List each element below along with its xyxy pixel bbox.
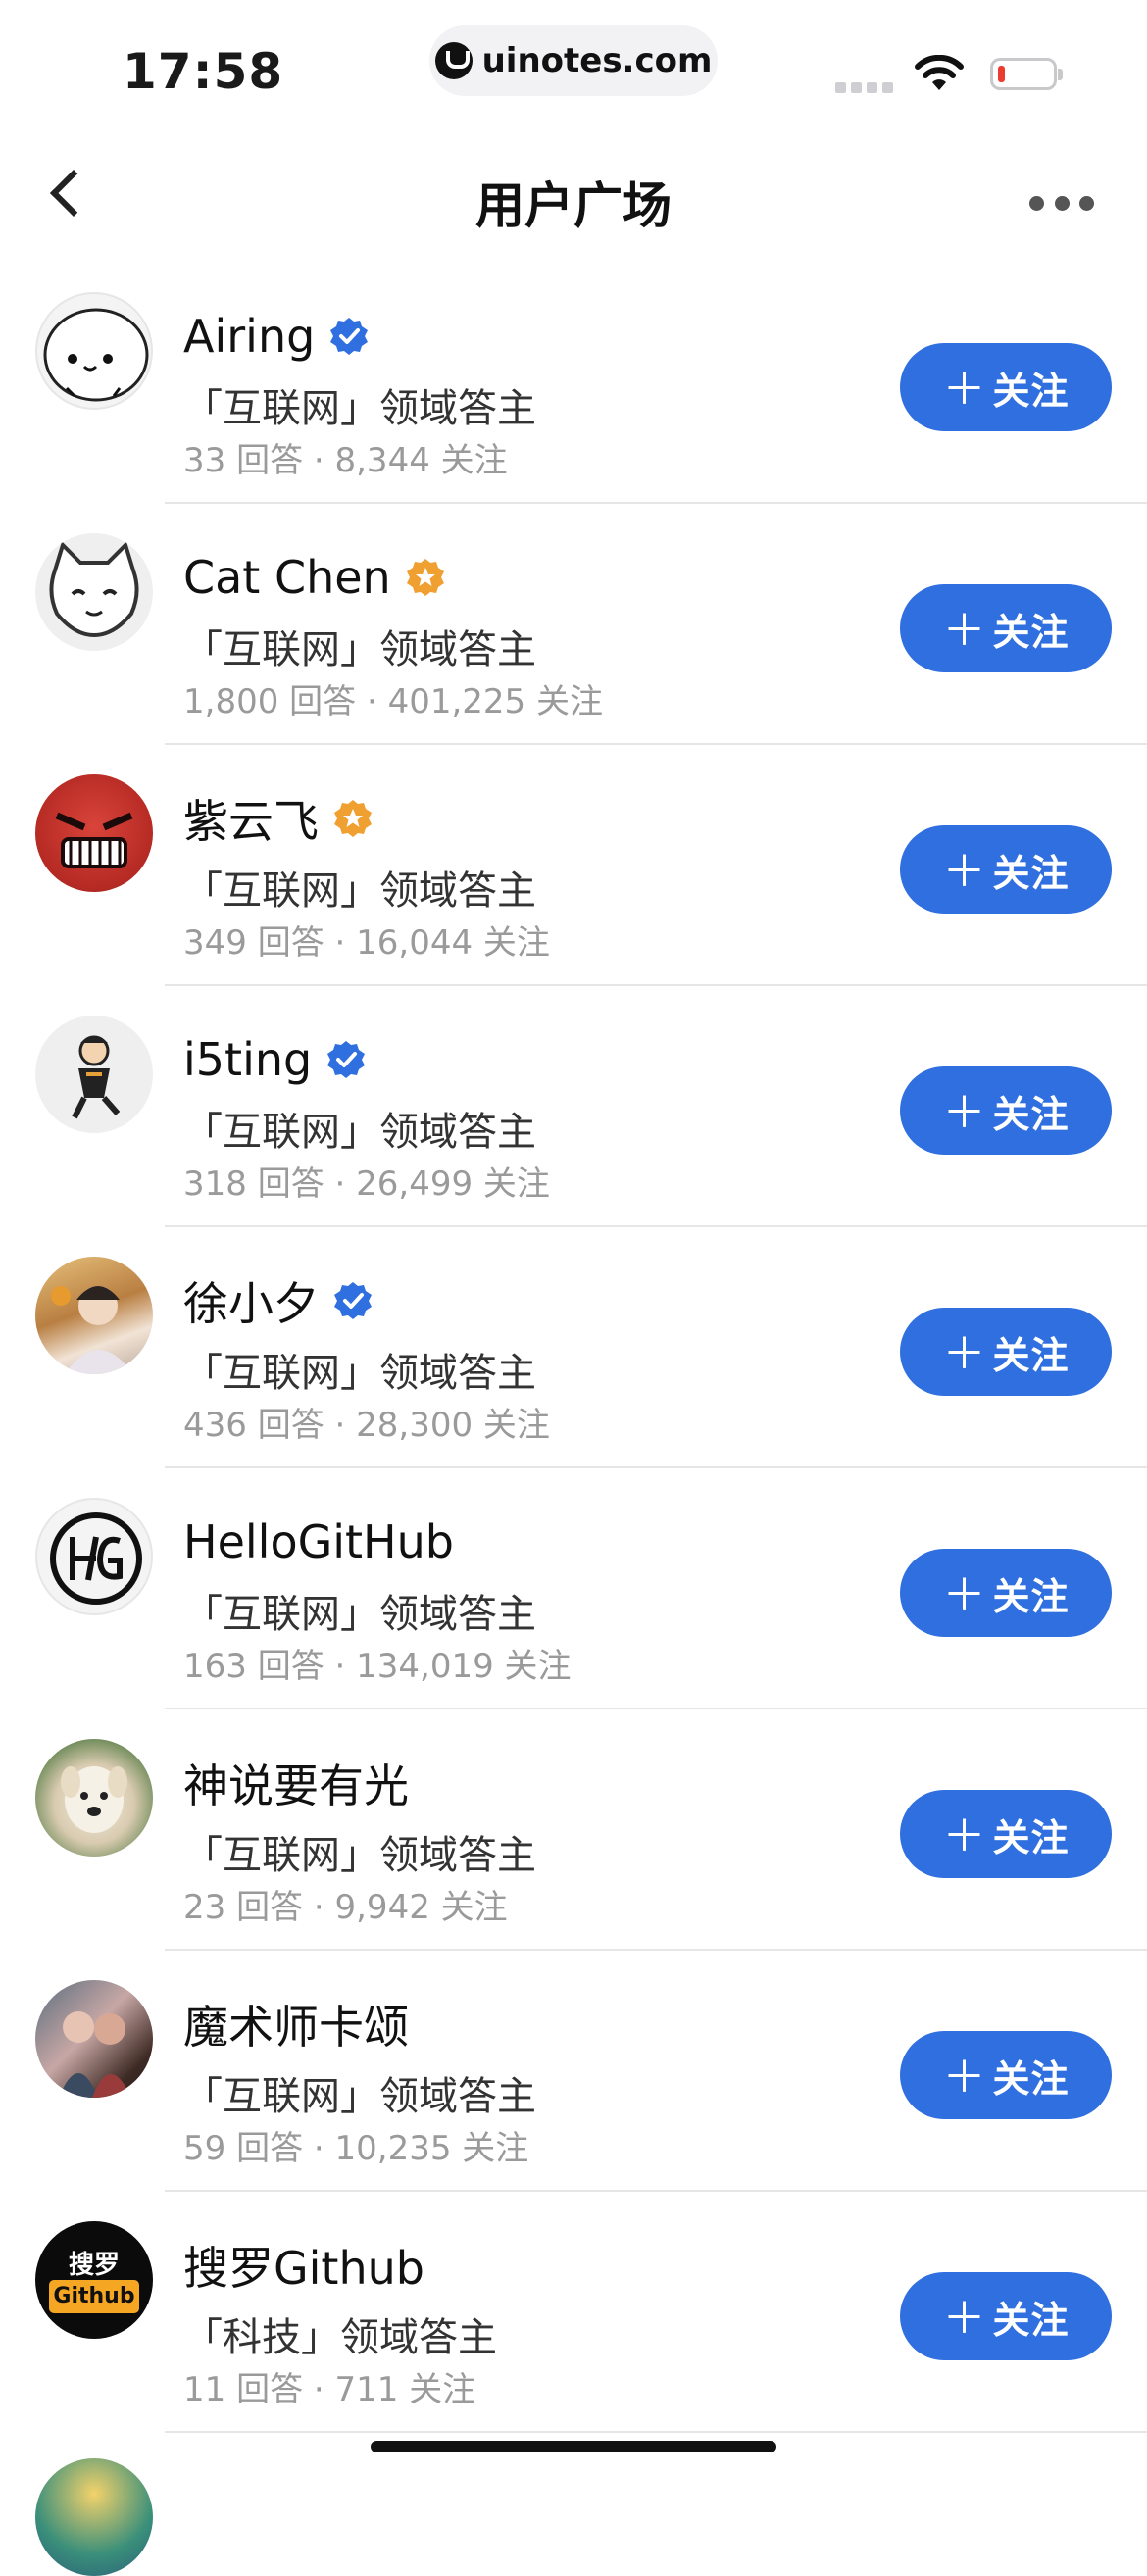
user-name[interactable]: 紫云飞: [183, 786, 319, 851]
follow-button[interactable]: ＋ 关注: [900, 343, 1112, 431]
follow-label: 关注: [992, 1092, 1070, 1136]
plus-icon: ＋: [942, 847, 987, 897]
user-desc: 「互联网」领域答主: [183, 2074, 536, 2119]
list-item[interactable]: 魔术师卡颂 「互联网」领域答主 59 回答 · 10,235 关注 ＋ 关注: [0, 1951, 1147, 2192]
follow-label: 关注: [992, 2298, 1070, 2342]
user-desc: 「互联网」领域答主: [183, 868, 536, 914]
site-logo-icon: [434, 42, 473, 79]
user-list: Airing 「互联网」领域答主 33 回答 · 8,344 关注 ＋ 关注 C…: [0, 263, 1147, 2433]
follow-button[interactable]: ＋ 关注: [900, 2272, 1112, 2360]
follow-button[interactable]: ＋ 关注: [900, 825, 1112, 914]
verified-badge-icon: [327, 1041, 366, 1078]
user-desc: 「科技」领域答主: [183, 2315, 497, 2360]
wifi-icon: [915, 55, 964, 90]
user-name[interactable]: HelloGitHub: [183, 1515, 454, 1568]
avatar[interactable]: [35, 774, 153, 892]
follow-button[interactable]: ＋ 关注: [900, 2031, 1112, 2119]
verified-badge-icon: [406, 559, 444, 596]
list-item[interactable]: Airing 「互联网」领域答主 33 回答 · 8,344 关注 ＋ 关注: [0, 263, 1147, 504]
user-name[interactable]: Cat Chen: [183, 551, 391, 604]
user-name[interactable]: 神说要有光: [183, 1751, 409, 1815]
list-item[interactable]: 神说要有光 「互联网」领域答主 23 回答 · 9,942 关注 ＋ 关注: [0, 1709, 1147, 1951]
verified-badge-icon: [330, 318, 369, 355]
user-stats: 59 回答 · 10,235 关注: [183, 2129, 529, 2168]
page-title: 用户广场: [475, 177, 672, 234]
verified-badge-icon: [334, 800, 372, 837]
follow-label: 关注: [992, 1333, 1070, 1377]
user-name[interactable]: 魔术师卡颂: [183, 1992, 409, 2056]
user-desc: 「互联网」领域答主: [183, 627, 536, 672]
user-name[interactable]: Airing: [183, 310, 315, 363]
follow-label: 关注: [992, 2056, 1070, 2101]
avatar-logo-top: 搜罗: [68, 2251, 120, 2280]
user-stats: 318 回答 · 26,499 关注: [183, 1164, 550, 1204]
follow-button[interactable]: ＋ 关注: [900, 1066, 1112, 1155]
url-text: uinotes.com: [481, 41, 713, 80]
status-bar: 17:58 uinotes.com: [0, 0, 1147, 127]
follow-label: 关注: [992, 1574, 1070, 1618]
user-desc: 「互联网」领域答主: [183, 1592, 536, 1637]
status-time: 17:58: [123, 43, 284, 100]
avatar[interactable]: 搜罗 Github: [35, 2221, 153, 2339]
verified-badge-icon: [334, 1282, 372, 1319]
plus-icon: ＋: [942, 606, 987, 656]
follow-label: 关注: [992, 369, 1070, 413]
avatar[interactable]: [35, 292, 153, 410]
plus-icon: ＋: [942, 365, 987, 415]
user-stats: 1,800 回答 · 401,225 关注: [183, 682, 603, 721]
user-stats: 163 回答 · 134,019 关注: [183, 1647, 572, 1686]
avatar[interactable]: [35, 533, 153, 651]
cellular-signal-icon: [835, 82, 896, 94]
divider: [165, 2431, 1147, 2433]
url-pill[interactable]: uinotes.com: [429, 25, 718, 96]
follow-label: 关注: [992, 1815, 1070, 1859]
avatar[interactable]: [35, 1016, 153, 1133]
avatar[interactable]: [35, 1257, 153, 1374]
plus-icon: ＋: [942, 1570, 987, 1620]
avatar[interactable]: [35, 1980, 153, 2098]
more-dots-icon[interactable]: [1029, 196, 1094, 212]
user-stats: 23 回答 · 9,942 关注: [183, 1888, 508, 1927]
plus-icon: ＋: [942, 1811, 987, 1861]
follow-button[interactable]: ＋ 关注: [900, 584, 1112, 672]
user-stats: 11 回答 · 711 关注: [183, 2370, 476, 2409]
follow-button[interactable]: ＋ 关注: [900, 1549, 1112, 1637]
plus-icon: ＋: [942, 1088, 987, 1138]
list-item[interactable]: i5ting 「互联网」领域答主 318 回答 · 26,499 关注 ＋ 关注: [0, 986, 1147, 1227]
user-name[interactable]: 徐小夕: [183, 1268, 319, 1333]
home-indicator[interactable]: [371, 2441, 776, 2452]
plus-icon: ＋: [942, 2294, 987, 2344]
follow-label: 关注: [992, 851, 1070, 895]
nav-bar: 用户广场: [0, 147, 1147, 255]
follow-button[interactable]: ＋ 关注: [900, 1790, 1112, 1878]
list-item[interactable]: HelloGitHub 「互联网」领域答主 163 回答 · 134,019 关…: [0, 1468, 1147, 1709]
user-stats: 349 回答 · 16,044 关注: [183, 923, 550, 963]
list-item[interactable]: Cat Chen 「互联网」领域答主 1,800 回答 · 401,225 关注…: [0, 504, 1147, 745]
avatar-logo-bottom: Github: [49, 2280, 139, 2313]
plus-icon: ＋: [942, 1329, 987, 1379]
user-desc: 「互联网」领域答主: [183, 1110, 536, 1155]
follow-button[interactable]: ＋ 关注: [900, 1308, 1112, 1396]
list-item[interactable]: 徐小夕 「互联网」领域答主 436 回答 · 28,300 关注 ＋ 关注: [0, 1227, 1147, 1468]
user-stats: 436 回答 · 28,300 关注: [183, 1406, 550, 1445]
user-name[interactable]: i5ting: [183, 1033, 312, 1086]
avatar[interactable]: [35, 1739, 153, 1857]
list-item[interactable]: 搜罗 Github 搜罗Github 「科技」领域答主 11 回答 · 711 …: [0, 2192, 1147, 2433]
plus-icon: ＋: [942, 2053, 987, 2103]
user-stats: 33 回答 · 8,344 关注: [183, 441, 508, 480]
avatar[interactable]: [35, 2458, 153, 2576]
user-name[interactable]: 搜罗Github: [183, 2233, 424, 2298]
user-desc: 「互联网」领域答主: [183, 1351, 536, 1396]
user-desc: 「互联网」领域答主: [183, 1833, 536, 1878]
battery-icon: [990, 58, 1063, 90]
avatar[interactable]: [35, 1498, 153, 1615]
list-item[interactable]: 紫云飞 「互联网」领域答主 349 回答 · 16,044 关注 ＋ 关注: [0, 745, 1147, 986]
follow-label: 关注: [992, 610, 1070, 654]
user-desc: 「互联网」领域答主: [183, 386, 536, 431]
